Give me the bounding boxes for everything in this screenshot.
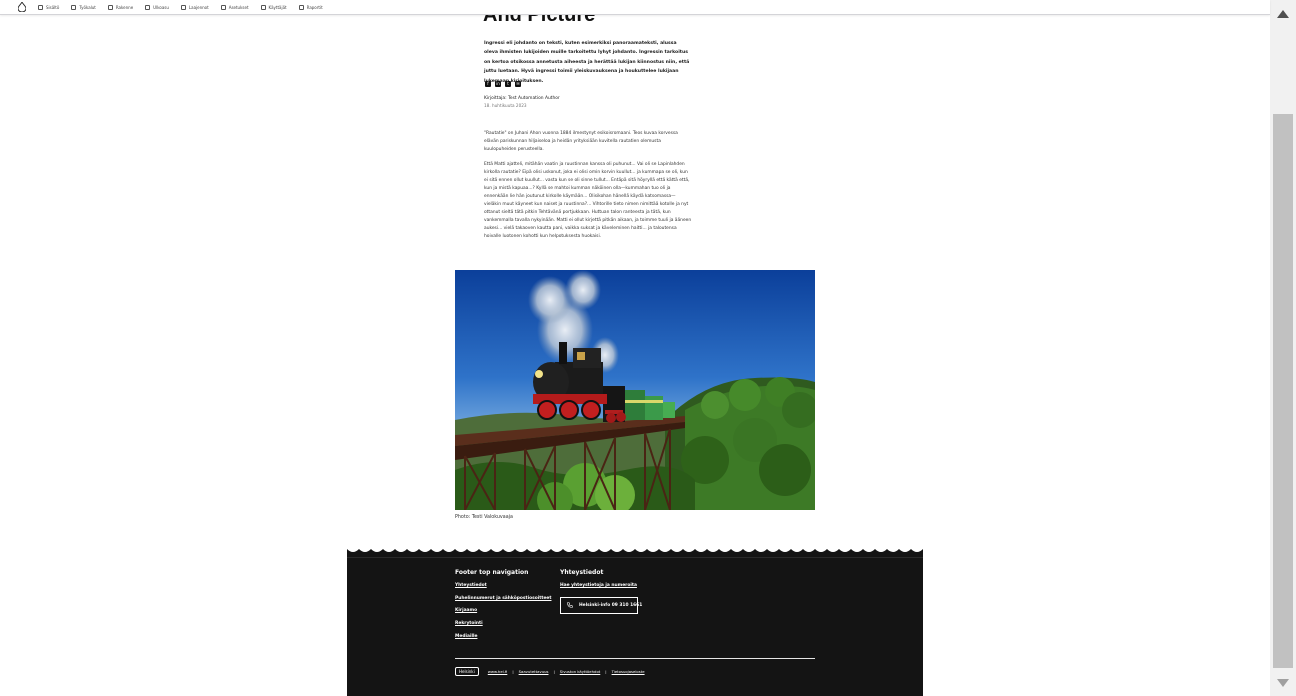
phone-label: Helsinki-info 09 310 1661 — [579, 603, 643, 608]
toolbar-label: Käyttäjät — [268, 4, 287, 10]
toolbar-item-settings[interactable]: Asetukset — [220, 4, 249, 10]
article-date: 18. huhtikuuta 2023 — [484, 103, 527, 108]
footer-link-media[interactable]: Mediaille — [455, 634, 477, 639]
content-icon — [38, 4, 43, 10]
linkedin-icon[interactable]: in — [495, 81, 501, 87]
reports-icon — [298, 4, 304, 10]
site-footer: Footer top navigation Yhteystiedot Puhel… — [347, 543, 923, 696]
footer-wave-decoration — [347, 543, 923, 552]
separator: | — [512, 669, 514, 674]
toolbar-item-users[interactable]: Käyttäjät — [260, 4, 287, 10]
toolbar-label: Työkalut — [79, 4, 96, 10]
article-image — [455, 270, 815, 510]
footer-link-registry[interactable]: Kirjaamo — [455, 608, 477, 613]
helsinki-logo[interactable]: Helsinki — [455, 667, 479, 676]
toolbar-label: Sisältö — [46, 4, 60, 10]
footer-bottom-link-helfi[interactable]: www.hel.fi — [488, 669, 508, 674]
footer-bottom-link-terms[interactable]: Sivuston käyttöehdot — [560, 669, 601, 674]
toolbar-label: Rakenne — [115, 4, 134, 10]
article-paragraph: "Rautatie" on Juhani Ahon vuonna 1884 il… — [484, 131, 678, 152]
footer-contact-title: Yhteystiedot — [560, 569, 604, 576]
drupal-home-icon[interactable] — [16, 1, 28, 13]
share-buttons: f in t ✉ — [485, 81, 521, 87]
footer-bottom-link-accessibility[interactable]: Saavutettavuus — [519, 669, 549, 674]
tools-icon — [71, 4, 77, 10]
facebook-icon[interactable]: f — [485, 81, 491, 87]
toolbar-item-content[interactable]: Sisältö — [38, 4, 60, 10]
phone-button[interactable]: Helsinki-info 09 310 1661 — [560, 597, 642, 614]
footer-link-phone-email[interactable]: Puhelinnumerot ja sähköpostiosoitteet — [455, 596, 552, 601]
toolbar-label: Asetukset — [228, 4, 249, 10]
toolbar-label: Raportit — [306, 4, 323, 10]
footer-link-contact[interactable]: Yhteystiedot — [455, 583, 487, 588]
footer-divider — [347, 557, 923, 558]
footer-nav-title: Footer top navigation — [455, 569, 529, 576]
toolbar-label: Ulkoasu — [153, 4, 169, 10]
toolbar-item-structure[interactable]: Rakenne — [107, 4, 134, 10]
article-author: Kirjoittaja: Test Automation Author — [484, 96, 560, 101]
article-paragraph: Että Matti ajatteli, mitähän vaatin ja r… — [484, 162, 692, 239]
page-scrollbar[interactable] — [1270, 0, 1296, 696]
footer-bottom-link-privacy[interactable]: Tietosuojaseloste — [612, 669, 645, 674]
toolbar-item-appearance[interactable]: Ulkoasu — [145, 4, 169, 10]
separator: | — [553, 669, 555, 674]
extensions-icon — [180, 4, 186, 10]
article-lead: Ingressi eli johdanto on teksti, kuten e… — [484, 41, 690, 84]
toolbar-item-reports[interactable]: Raportit — [298, 4, 323, 10]
toolbar-item-tools[interactable]: Työkalut — [71, 4, 96, 10]
phone-icon — [567, 601, 573, 610]
appearance-icon — [145, 4, 151, 10]
footer-bottom-bar: Helsinki www.hel.fi | Saavutettavuus | S… — [455, 667, 645, 676]
admin-toolbar: Sisältö Työkalut Rakenne Ulkoasu Laajenn… — [0, 0, 1270, 15]
image-caption: Photo: Testi Valokuvaaja — [455, 515, 513, 520]
users-icon — [260, 4, 266, 10]
separator: | — [605, 669, 607, 674]
scroll-up-arrow-icon[interactable] — [1270, 5, 1296, 23]
footer-link-search-contacts[interactable]: Hae yhteystietoja ja numeroita — [560, 583, 637, 588]
scroll-down-arrow-icon[interactable] — [1270, 674, 1296, 692]
footer-link-recruitment[interactable]: Rekrytointi — [455, 621, 483, 626]
structure-icon — [107, 4, 113, 10]
footer-bottom-divider — [455, 658, 815, 659]
settings-icon — [220, 4, 226, 10]
toolbar-item-extensions[interactable]: Laajennot — [180, 4, 209, 10]
email-icon[interactable]: ✉ — [515, 81, 521, 87]
twitter-icon[interactable]: t — [505, 81, 511, 87]
toolbar-label: Laajennot — [188, 4, 209, 10]
scrollbar-thumb[interactable] — [1273, 114, 1293, 668]
